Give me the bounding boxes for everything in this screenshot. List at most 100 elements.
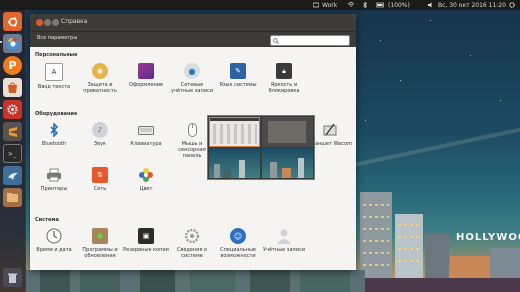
workspace-2[interactable]: [262, 117, 313, 147]
search-input[interactable]: [270, 35, 350, 46]
color-icon: [138, 167, 154, 183]
keyboard-layout-indicator[interactable]: Work: [322, 2, 337, 9]
section-title-system: Система: [35, 217, 59, 223]
section-title-hardware: Оборудование: [35, 111, 78, 117]
search-icon: [273, 37, 279, 44]
battery-icon[interactable]: [376, 2, 385, 8]
item-label: Сетевые учётные записи: [170, 82, 214, 94]
close-button[interactable]: [36, 19, 43, 26]
bluetooth-icon: [46, 122, 62, 138]
network-icon[interactable]: [348, 2, 354, 8]
mouse-icon: [184, 122, 200, 138]
ubuntu-logo-icon: [7, 16, 17, 27]
workspace-switcher: [207, 115, 315, 180]
settings-gear-icon: [7, 104, 18, 115]
launcher-chromium[interactable]: [3, 34, 22, 53]
accessibility-icon: ☺: [230, 228, 246, 244]
software-center-icon: [8, 82, 17, 93]
settings-gear-icon[interactable]: [509, 2, 515, 8]
item-appearance[interactable]: Оформление: [123, 63, 169, 88]
launcher-app-bird[interactable]: [3, 166, 22, 185]
chromium-icon: [6, 37, 19, 50]
bird-icon: [7, 172, 18, 180]
item-label: Bluetooth: [41, 141, 67, 147]
files-icon: [7, 193, 18, 202]
item-bluetooth[interactable]: Bluetooth: [31, 122, 77, 147]
keyboard-icon[interactable]: [313, 2, 319, 8]
item-label: Защита и приватность: [83, 82, 117, 94]
language-icon: ✎: [230, 63, 246, 79]
item-accessibility[interactable]: ☺ Специальные возможности: [215, 228, 261, 259]
p-app-icon: P: [8, 59, 17, 72]
item-online-accounts[interactable]: ● Сетевые учётные записи: [169, 63, 215, 94]
keyboard-icon: [138, 122, 154, 138]
volume-icon[interactable]: [428, 2, 434, 8]
software-updates-icon: ●: [92, 228, 108, 244]
user-accounts-icon: [276, 228, 292, 244]
all-settings-button[interactable]: Все параметры: [37, 35, 77, 41]
system-details-icon: [184, 228, 200, 244]
clock[interactable]: Вс, 30 окт 2016 11:20: [438, 2, 506, 9]
item-user-accounts[interactable]: Учётные записи: [261, 228, 307, 253]
workspace-3[interactable]: [209, 148, 260, 178]
item-label: Звук: [93, 141, 107, 147]
launcher-files[interactable]: [3, 188, 22, 207]
wacom-icon: [322, 122, 338, 138]
item-keyboard[interactable]: Клавиатура: [123, 122, 169, 147]
item-label: Сведения о системе: [176, 247, 208, 259]
item-label: Оформление: [128, 82, 164, 88]
launcher-terminal[interactable]: >_: [3, 144, 22, 163]
trash-icon: [8, 273, 17, 283]
launcher: P >_: [0, 10, 26, 292]
window-titlebar[interactable]: Справка: [30, 14, 356, 31]
appearance-icon: [138, 63, 154, 79]
network-icon: ⇅: [92, 167, 108, 183]
backup-icon: ▣: [138, 228, 154, 244]
item-network[interactable]: ⇅ Сеть: [77, 167, 123, 192]
item-printers[interactable]: Принтеры: [31, 167, 77, 192]
item-time-date[interactable]: Время и дата: [31, 228, 77, 253]
item-brightness-lock[interactable]: 🔒︎ Яркость и блокировка: [261, 63, 307, 94]
item-system-details[interactable]: Сведения о системе: [169, 228, 215, 259]
workspace-1[interactable]: [209, 117, 260, 147]
launcher-sublime[interactable]: [3, 122, 22, 141]
battery-percent: (100%): [388, 2, 410, 9]
launcher-system-settings[interactable]: [3, 100, 22, 119]
terminal-icon: >_: [8, 149, 17, 158]
item-label: Цвет: [139, 186, 153, 192]
toolbar: Все параметры: [30, 31, 356, 47]
launcher-software-center[interactable]: [3, 78, 22, 97]
section-title-personal: Персональные: [35, 52, 78, 58]
item-backups[interactable]: ▣ Резервные копии: [123, 228, 169, 253]
item-text-entry[interactable]: A Ввод текста: [31, 63, 77, 90]
item-software-updates[interactable]: ● Программы и обновления: [77, 228, 123, 259]
item-color[interactable]: Цвет: [123, 167, 169, 192]
launcher-trash[interactable]: [3, 268, 22, 287]
clock-icon: [46, 228, 62, 244]
bluetooth-icon[interactable]: [362, 2, 368, 8]
item-label: Специальные возможности: [220, 247, 256, 259]
online-accounts-icon: ●: [184, 63, 200, 79]
minimize-button[interactable]: [44, 19, 51, 26]
item-label: Учётные записи: [262, 247, 306, 253]
item-label: Яркость и блокировка: [268, 82, 300, 94]
sound-icon: ♪: [92, 122, 108, 138]
launcher-app-p[interactable]: P: [3, 56, 22, 75]
item-label: Принтеры: [40, 186, 68, 192]
workspace-4[interactable]: [262, 148, 313, 178]
item-label: Клавиатура: [130, 141, 162, 147]
item-label: Время и дата: [36, 247, 72, 253]
dash-home-button[interactable]: [3, 12, 22, 31]
item-sound[interactable]: ♪ Звук: [77, 122, 123, 147]
top-panel: Work (100%) Вс, 30 окт 2016 11:20: [0, 0, 520, 10]
brightness-lock-icon: 🔒︎: [276, 63, 292, 79]
maximize-button[interactable]: [52, 19, 59, 26]
keyboard-input-icon: A: [45, 63, 63, 81]
printer-icon: [46, 167, 62, 183]
item-label: Резервные копии: [123, 247, 169, 253]
privacy-icon: ◉: [92, 63, 108, 79]
window-title: Справка: [61, 18, 88, 25]
item-privacy[interactable]: ◉ Защита и приватность: [77, 63, 123, 94]
item-language[interactable]: ✎ Язык системы: [215, 63, 261, 88]
item-label: Язык системы: [219, 82, 257, 88]
